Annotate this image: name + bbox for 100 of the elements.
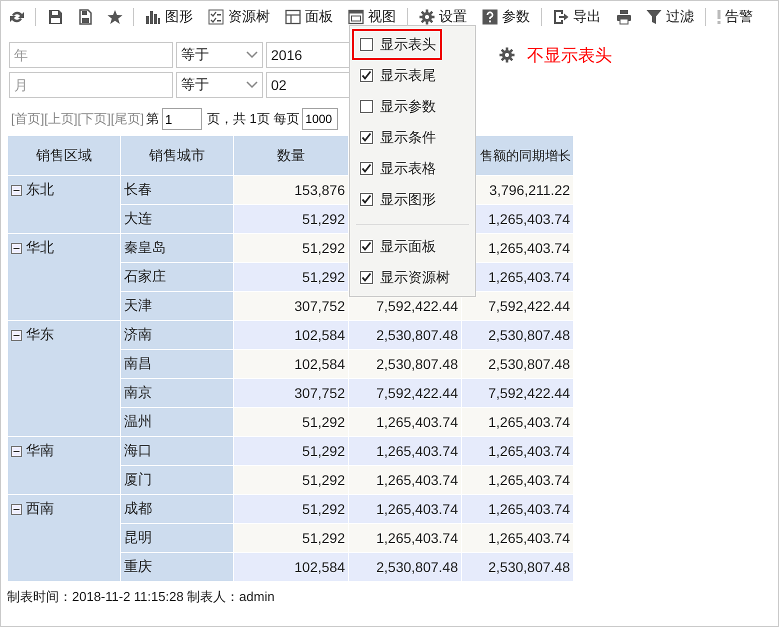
filter-icon: [646, 9, 662, 25]
city-cell: 石家庄: [120, 262, 234, 292]
caret-icon: [246, 51, 258, 59]
checkbox[interactable]: [360, 162, 373, 175]
save-as-icon: [77, 9, 93, 25]
city-cell: 海口: [120, 436, 234, 466]
star-icon: [107, 9, 123, 25]
number-cell: 51,292: [234, 204, 348, 234]
number-cell: 307,752: [234, 378, 348, 408]
view-button[interactable]: 视图: [344, 5, 400, 29]
column-header: 销售城市: [120, 136, 234, 176]
menu-item[interactable]: 显示参数: [352, 91, 470, 122]
number-cell: 1,265,403.74: [348, 466, 462, 494]
checkbox[interactable]: [360, 38, 373, 51]
city-cell: 大连: [120, 204, 234, 234]
pager-link[interactable]: [上页]: [44, 110, 78, 128]
operator-select[interactable]: 等于: [176, 42, 263, 68]
tree-button[interactable]: 资源树: [204, 5, 274, 29]
region-name: 华南: [26, 442, 54, 460]
number-cell: 1,265,403.74: [348, 524, 462, 552]
export-button[interactable]: 导出: [549, 5, 605, 29]
caret-icon: [246, 81, 258, 89]
collapse-icon[interactable]: [11, 242, 22, 254]
number-cell: 1,265,403.74: [462, 494, 574, 524]
number-cell: 51,292: [234, 494, 348, 524]
number-cell: 102,584: [234, 350, 348, 378]
number-cell: 102,584: [234, 552, 348, 582]
checkbox[interactable]: [360, 69, 373, 82]
pager-link[interactable]: [尾页]: [110, 110, 144, 128]
collapse-icon[interactable]: [11, 504, 22, 514]
menu-item[interactable]: 显示表尾: [352, 60, 470, 91]
region-name: 华东: [26, 326, 54, 344]
condition-field[interactable]: 月: [9, 72, 173, 98]
footer-text: 制表时间：2018-11-2 11:15:28 制表人：admin: [6, 588, 276, 606]
number-cell: 51,292: [234, 524, 348, 552]
number-cell: 1,265,403.74: [348, 494, 462, 524]
column-header: 数量: [234, 136, 348, 176]
column-header: 销售区域: [8, 136, 120, 176]
panel-button[interactable]: 面板: [281, 5, 337, 29]
city-cell: 长春: [120, 176, 234, 204]
number-cell: 7,592,422.44: [462, 292, 574, 320]
region-name: 东北: [26, 181, 54, 199]
panel-icon: [285, 9, 301, 25]
number-cell: 2,530,807.48: [462, 320, 574, 350]
city-cell: 温州: [120, 408, 234, 436]
help-icon: [482, 9, 498, 25]
city-cell: 重庆: [120, 552, 234, 582]
condition-field[interactable]: 年: [9, 42, 173, 68]
number-cell: 1,265,403.74: [462, 524, 574, 552]
region-name: 华北: [26, 239, 54, 257]
pager-text: 第: [146, 110, 159, 128]
print-icon: [616, 9, 632, 25]
number-cell: 51,292: [234, 408, 348, 436]
menu-item[interactable]: 显示表头: [352, 29, 442, 60]
collapse-icon[interactable]: [11, 184, 22, 196]
checkbox[interactable]: [360, 240, 373, 253]
number-cell: 7,592,422.44: [348, 378, 462, 408]
number-cell: 1,265,403.74: [348, 408, 462, 436]
city-cell: 秦皇岛: [120, 234, 234, 262]
city-cell: 南京: [120, 378, 234, 408]
chart-button[interactable]: 图形: [141, 5, 197, 29]
operator-select[interactable]: 等于: [176, 72, 263, 98]
page-size-field[interactable]: 1000: [302, 108, 338, 130]
checkbox[interactable]: [360, 271, 373, 284]
page-field[interactable]: 1: [162, 108, 202, 130]
number-cell: 2,530,807.48: [348, 552, 462, 582]
checkbox[interactable]: [360, 193, 373, 206]
city-cell: 南昌: [120, 350, 234, 378]
checkbox[interactable]: [360, 131, 373, 144]
gear-icon: [499, 47, 515, 63]
number-cell: 51,292: [234, 234, 348, 262]
collapse-icon[interactable]: [11, 330, 22, 340]
help-button[interactable]: 参数: [478, 5, 534, 29]
number-cell: 2,530,807.48: [348, 350, 462, 378]
number-cell: 1,265,403.74: [462, 466, 574, 494]
city-cell: 济南: [120, 320, 234, 350]
checkbox[interactable]: [360, 100, 373, 113]
number-cell: 102,584: [234, 320, 348, 350]
pager-link[interactable]: [首页]: [11, 110, 44, 128]
alert-button[interactable]: 告警: [713, 5, 757, 29]
exclamation-icon: [717, 9, 721, 25]
save-icon: [47, 9, 63, 25]
number-cell: 1,265,403.74: [462, 436, 574, 466]
number-cell: 51,292: [234, 436, 348, 466]
export-icon: [553, 9, 569, 25]
number-cell: 51,292: [234, 466, 348, 494]
number-cell: 1,265,403.74: [348, 436, 462, 466]
collapse-icon[interactable]: [11, 446, 22, 456]
pager-link[interactable]: [下页]: [77, 110, 111, 128]
filter-button[interactable]: 过滤: [642, 5, 698, 29]
city-cell: 天津: [120, 292, 234, 320]
chart-icon: [145, 9, 161, 25]
city-cell: 厦门: [120, 466, 234, 494]
pager-text: 页，共 1页 每页: [206, 110, 300, 128]
number-cell: 2,530,807.48: [462, 552, 574, 582]
number-cell: 307,752: [234, 292, 348, 320]
number-cell: 51,292: [234, 262, 348, 292]
number-cell: 153,876: [234, 176, 348, 204]
number-cell: 7,592,422.44: [462, 378, 574, 408]
region-name: 西南: [26, 500, 54, 518]
